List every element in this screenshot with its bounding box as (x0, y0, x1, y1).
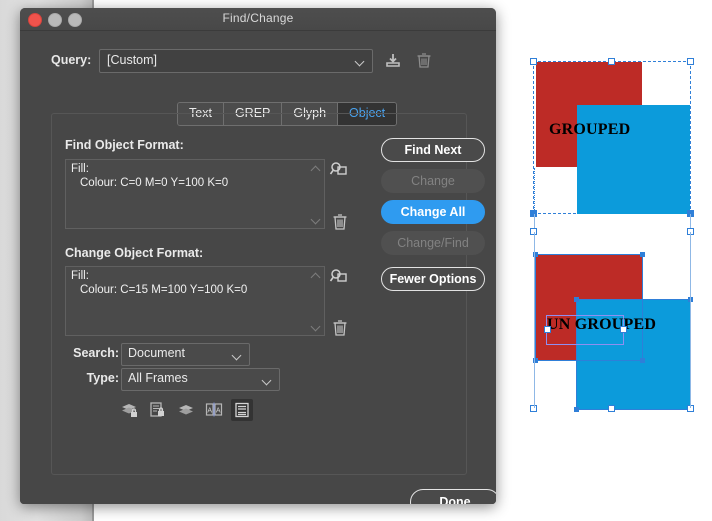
query-dropdown[interactable]: [Custom] (99, 49, 373, 73)
type-label: Type: (86, 371, 119, 385)
scroll-up-icon[interactable] (311, 272, 320, 278)
text-handle-right[interactable] (620, 326, 627, 333)
svg-text:A: A (207, 408, 212, 415)
chevron-down-icon (233, 352, 241, 357)
include-locked-layers-icon[interactable] (119, 399, 141, 421)
spread-handle-bc[interactable] (608, 405, 615, 412)
dialog-titlebar[interactable]: Find/Change (20, 8, 496, 31)
blue-handle-tl[interactable] (574, 297, 579, 302)
scroll-down-icon[interactable] (311, 217, 320, 223)
include-locked-stories-icon[interactable] (147, 399, 169, 421)
dotted-guide-left (534, 168, 535, 212)
change-format-line-1: Fill: (71, 270, 89, 282)
find-object-format-box[interactable]: Fill: Colour: C=0 M=0 Y=100 K=0 (65, 159, 325, 229)
query-row: Query: [Custom] (20, 49, 496, 73)
svg-text:A: A (216, 408, 221, 415)
find-next-button[interactable]: Find Next (381, 138, 485, 162)
specify-find-attributes-icon[interactable] (328, 159, 352, 181)
include-footnotes-icon[interactable] (231, 399, 253, 421)
find-format-line-2: Colour: C=0 M=0 Y=100 K=0 (80, 177, 229, 189)
guide-left-lower (534, 232, 535, 408)
object-type-dropdown[interactable]: All Frames (121, 368, 280, 391)
scroll-down-icon[interactable] (311, 324, 320, 330)
selection-handle-tc[interactable] (608, 58, 615, 65)
dialog-title: Find/Change (222, 11, 294, 25)
red-handle-tr[interactable] (640, 252, 645, 257)
find-format-line-1: Fill: (71, 163, 89, 175)
clear-find-attributes-icon[interactable] (328, 211, 352, 233)
done-button[interactable]: Done (410, 489, 496, 504)
delete-query-icon[interactable] (413, 50, 435, 71)
guide-right-lower (690, 232, 691, 408)
object-label-grouped: GROUPED (549, 121, 631, 138)
chevron-down-icon (356, 58, 364, 63)
chevron-down-icon (263, 377, 271, 382)
dialog-body: Query: [Custom] Text GREP Glyph Object F… (20, 31, 496, 504)
include-master-pages-icon[interactable]: A A (203, 399, 225, 421)
change-find-button[interactable]: Change/Find (381, 231, 485, 255)
selection-handle-tr[interactable] (687, 58, 694, 65)
object-type-value: All Frames (128, 371, 188, 385)
fewer-options-button[interactable]: Fewer Options (381, 267, 485, 291)
clear-change-attributes-icon[interactable] (328, 317, 352, 339)
text-handle-left[interactable] (544, 326, 551, 333)
find-object-format-label: Find Object Format: (65, 138, 184, 152)
search-label: Search: (73, 346, 119, 360)
save-query-icon[interactable] (382, 50, 404, 71)
change-format-line-2: Colour: C=15 M=100 Y=100 K=0 (80, 284, 248, 296)
selection-handle-tl[interactable] (530, 58, 537, 65)
scroll-up-icon[interactable] (311, 165, 320, 171)
search-scope-toggles[interactable]: A A (119, 399, 253, 421)
blue-handle-bl[interactable] (574, 407, 579, 412)
red-handle-br[interactable] (640, 358, 645, 363)
change-all-button[interactable]: Change All (381, 200, 485, 224)
include-hidden-layers-icon[interactable] (175, 399, 197, 421)
search-scope-value: Document (128, 346, 185, 360)
change-button[interactable]: Change (381, 169, 485, 193)
query-value: [Custom] (107, 53, 158, 67)
specify-change-attributes-icon[interactable] (328, 266, 352, 288)
search-scope-dropdown[interactable]: Document (121, 343, 250, 366)
object-label-ungrouped: UN GROUPED (547, 316, 657, 333)
query-label: Query: (51, 53, 92, 67)
find-change-dialog[interactable]: Find/Change Query: [Custom] Text GREP Gl… (20, 8, 496, 504)
desktop-top-strip (92, 0, 712, 8)
screen: GROUPED UN GROUPED Find/Change Query: [C… (0, 0, 712, 521)
change-object-format-box[interactable]: Fill: Colour: C=15 M=100 Y=100 K=0 (65, 266, 325, 336)
change-object-format-label: Change Object Format: (65, 246, 204, 260)
